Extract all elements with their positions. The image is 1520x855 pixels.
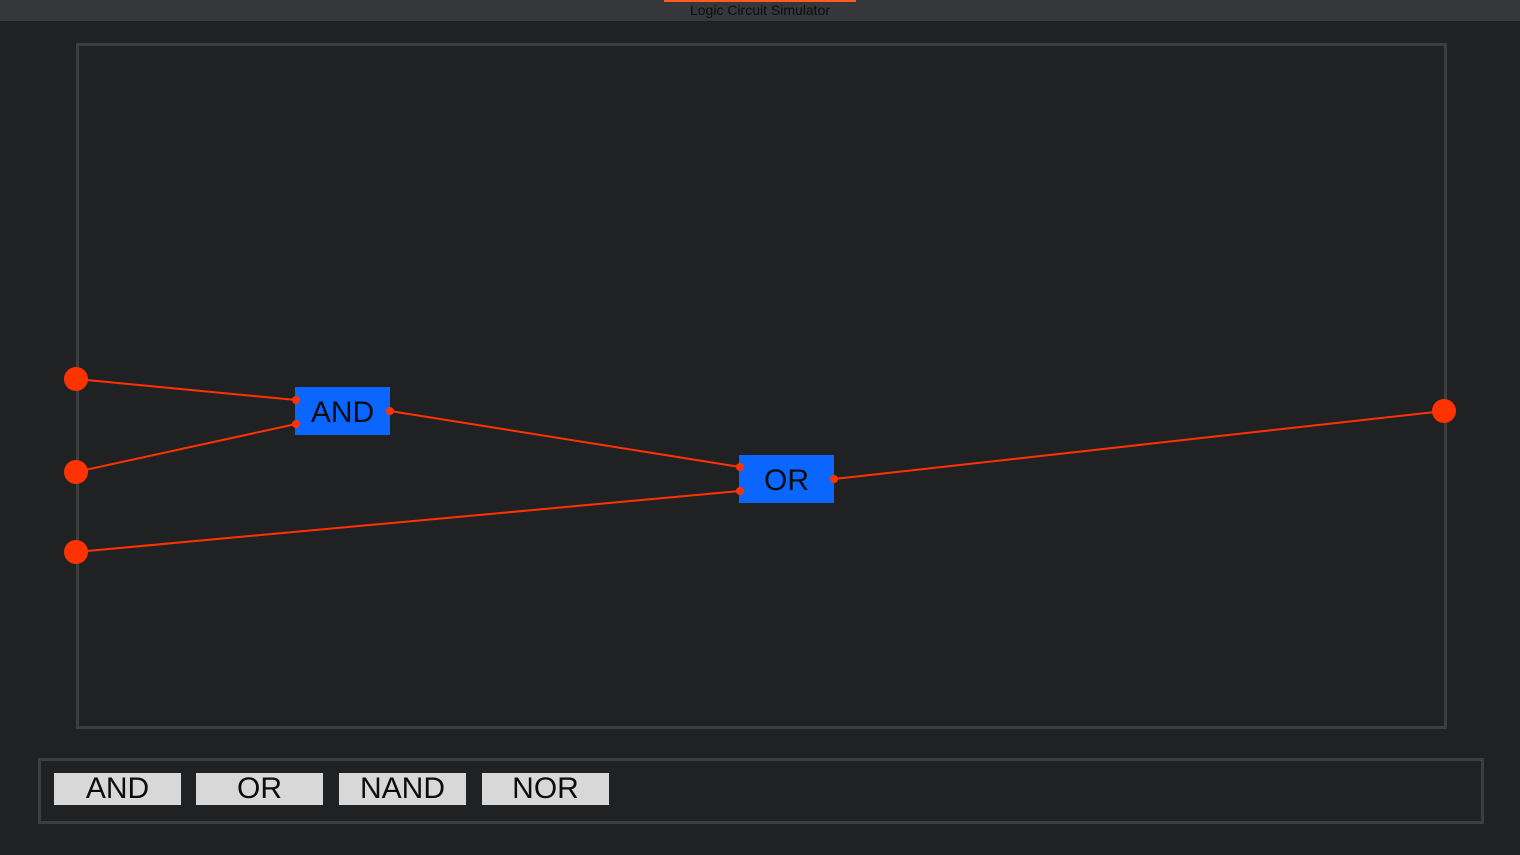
wire-or-to-output[interactable] bbox=[833, 410, 1445, 480]
add-and-gate-button[interactable]: AND bbox=[54, 773, 181, 805]
add-nand-gate-button[interactable]: NAND bbox=[339, 773, 466, 805]
wire-input3-to-or[interactable] bbox=[75, 490, 741, 553]
input-node-3[interactable] bbox=[64, 540, 88, 564]
or-gate-input-pin-1[interactable] bbox=[736, 463, 744, 471]
input-node-1[interactable] bbox=[64, 367, 88, 391]
output-node[interactable] bbox=[1432, 399, 1456, 423]
or-gate[interactable]: OR bbox=[739, 455, 834, 503]
wire-input1-to-and[interactable] bbox=[75, 378, 297, 401]
and-gate-label: AND bbox=[311, 396, 374, 429]
add-nor-gate-button[interactable]: NOR bbox=[482, 773, 609, 805]
and-gate[interactable]: AND bbox=[295, 387, 390, 435]
or-gate-input-pin-2[interactable] bbox=[736, 487, 744, 495]
or-gate-output-pin[interactable] bbox=[830, 475, 838, 483]
input-node-2[interactable] bbox=[64, 460, 88, 484]
and-gate-output-pin[interactable] bbox=[386, 407, 394, 415]
and-gate-input-pin-1[interactable] bbox=[292, 396, 300, 404]
wire-input2-to-and[interactable] bbox=[75, 423, 297, 473]
wire-and-to-or[interactable] bbox=[389, 410, 741, 468]
add-or-gate-button[interactable]: OR bbox=[196, 773, 323, 805]
circuit-diagram[interactable]: AND OR bbox=[0, 0, 1520, 855]
or-gate-label: OR bbox=[764, 464, 809, 497]
and-gate-input-pin-2[interactable] bbox=[292, 420, 300, 428]
